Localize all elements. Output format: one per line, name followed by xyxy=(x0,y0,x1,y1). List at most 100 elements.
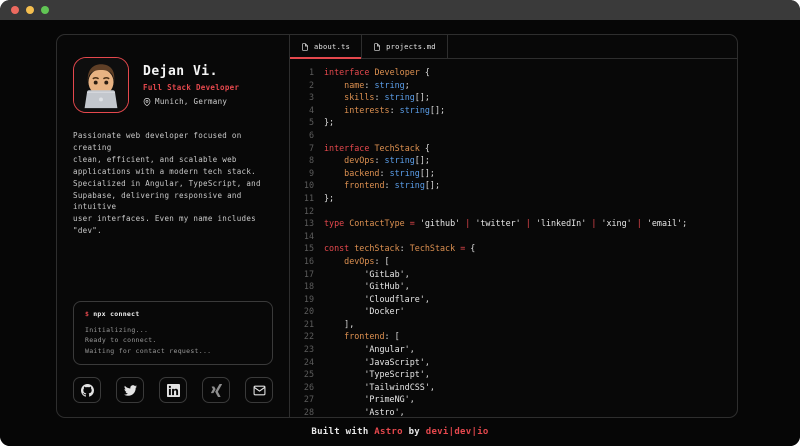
profile-identity: Dejan Vi. Full Stack Developer Munich, G… xyxy=(143,64,239,106)
line-number: 4 xyxy=(290,104,314,117)
code-line-content: }; xyxy=(324,192,334,205)
profile-location-text: Munich, Germany xyxy=(155,97,227,106)
profile-location: Munich, Germany xyxy=(143,97,239,106)
close-window-button[interactable] xyxy=(11,6,19,14)
portfolio-card: Dejan Vi. Full Stack Developer Munich, G… xyxy=(56,34,738,418)
code-line: 16 devOps: [ xyxy=(290,255,737,268)
terminal-prompt: $ xyxy=(85,310,89,318)
bio-line: Supabase, delivering responsive and intu… xyxy=(73,190,273,214)
bio-line: Passionate web developer focused on crea… xyxy=(73,130,273,154)
code-line: 23 'Angular', xyxy=(290,343,737,356)
line-number: 21 xyxy=(290,318,314,331)
file-icon xyxy=(373,43,381,51)
line-number: 24 xyxy=(290,356,314,369)
code-area[interactable]: 1interface Developer {2 name: string;3 s… xyxy=(290,59,737,417)
line-number: 10 xyxy=(290,179,314,192)
code-line-content: }; xyxy=(324,116,334,129)
code-line: 7 interface TechStack { xyxy=(290,142,737,155)
window-titlebar xyxy=(0,0,800,20)
bio-line: clean, efficient, and scalable web xyxy=(73,154,273,166)
code-line-content: type ContactType = 'github' | 'twitter' … xyxy=(324,217,687,230)
footer-site-link[interactable]: devi|dev|io xyxy=(426,427,489,437)
maximize-window-button[interactable] xyxy=(41,6,49,14)
terminal-output-line: Initializing... xyxy=(85,325,261,336)
browser-window: Dejan Vi. Full Stack Developer Munich, G… xyxy=(0,0,800,446)
bio-line: Specialized in Angular, TypeScript, and xyxy=(73,178,273,190)
code-line: 4 interests: string[]; xyxy=(290,104,737,117)
line-number: 13 xyxy=(290,217,314,230)
file-icon xyxy=(301,43,309,51)
social-github-button[interactable] xyxy=(73,377,101,403)
code-line: 28 'Astro', xyxy=(290,406,737,417)
code-line-content: interests: string[]; xyxy=(324,104,445,117)
tab-label: projects.md xyxy=(386,43,436,51)
memoji-avatar-image xyxy=(74,58,128,112)
tab-projects.md[interactable]: projects.md xyxy=(362,35,448,58)
code-line-content: 'TypeScript', xyxy=(324,368,430,381)
footer-text-prefix: Built with xyxy=(311,427,374,437)
social-email-button[interactable] xyxy=(245,377,273,403)
terminal-output-line: Ready to connect. xyxy=(85,335,261,346)
page-body: Dejan Vi. Full Stack Developer Munich, G… xyxy=(0,20,800,418)
profile-bio: Passionate web developer focused on crea… xyxy=(73,130,273,237)
code-line-content: 'Cloudflare', xyxy=(324,293,430,306)
code-line: 6 xyxy=(290,129,737,142)
twitter-icon xyxy=(124,384,137,397)
code-line-content: 'PrimeNG', xyxy=(324,393,415,406)
tab-bar: about.ts projects.md xyxy=(290,35,737,59)
code-line: 18 'GitHub', xyxy=(290,280,737,293)
code-line-content: 'JavaScript', xyxy=(324,356,430,369)
line-number: 6 xyxy=(290,129,314,142)
line-number: 18 xyxy=(290,280,314,293)
line-number: 26 xyxy=(290,381,314,394)
code-line-content: name: string; xyxy=(324,79,410,92)
line-number: 12 xyxy=(290,205,314,218)
social-links xyxy=(73,377,273,403)
line-number: 20 xyxy=(290,305,314,318)
code-line-content: frontend: string[]; xyxy=(324,179,440,192)
code-line: 5}; xyxy=(290,116,737,129)
avatar xyxy=(73,57,129,113)
terminal-output-line: Waiting for contact request... xyxy=(85,346,261,357)
code-line-content: backend: string[]; xyxy=(324,167,435,180)
code-line: 1interface Developer { xyxy=(290,66,737,79)
terminal-output: Initializing...Ready to connect.Waiting … xyxy=(85,325,261,357)
social-linkedin-button[interactable] xyxy=(159,377,187,403)
line-number: 14 xyxy=(290,230,314,243)
code-line: 20 'Docker' xyxy=(290,305,737,318)
line-number: 2 xyxy=(290,79,314,92)
minimize-window-button[interactable] xyxy=(26,6,34,14)
github-icon xyxy=(81,384,94,397)
social-xing-button[interactable] xyxy=(202,377,230,403)
terminal-command: npx connect xyxy=(93,310,139,318)
line-number: 27 xyxy=(290,393,314,406)
xing-icon xyxy=(210,384,223,397)
code-line-content: 'Angular', xyxy=(324,343,415,356)
code-line: 10 frontend: string[]; xyxy=(290,179,737,192)
code-line-content: ], xyxy=(324,318,354,331)
code-line: 15 const techStack: TechStack = { xyxy=(290,242,737,255)
line-number: 11 xyxy=(290,192,314,205)
terminal-command-line: $ npx connect xyxy=(85,310,261,318)
code-line-content: interface TechStack { xyxy=(324,142,430,155)
code-line: 17 'GitLab', xyxy=(290,268,737,281)
code-line: 27 'PrimeNG', xyxy=(290,393,737,406)
line-number: 7 xyxy=(290,142,314,155)
code-line-content: 'Astro', xyxy=(324,406,405,417)
social-twitter-button[interactable] xyxy=(116,377,144,403)
footer-astro-link[interactable]: Astro xyxy=(374,427,403,437)
code-line: 24 'JavaScript', xyxy=(290,356,737,369)
code-line-content: 'TailwindCSS', xyxy=(324,381,435,394)
line-number: 15 xyxy=(290,242,314,255)
code-line-content: 'GitLab', xyxy=(324,268,410,281)
profile-name: Dejan Vi. xyxy=(143,64,239,79)
line-number: 22 xyxy=(290,330,314,343)
footer-text-conj: by xyxy=(403,427,426,437)
code-line-content: devOps: string[]; xyxy=(324,154,430,167)
linkedin-icon xyxy=(167,384,180,397)
code-line-content: const techStack: TechStack = { xyxy=(324,242,475,255)
editor-panel: about.ts projects.md 1interface Developer… xyxy=(290,35,737,417)
tab-about.ts[interactable]: about.ts xyxy=(290,35,362,58)
code-line: 13 type ContactType = 'github' | 'twitter… xyxy=(290,217,737,230)
code-line-content: 'GitHub', xyxy=(324,280,410,293)
